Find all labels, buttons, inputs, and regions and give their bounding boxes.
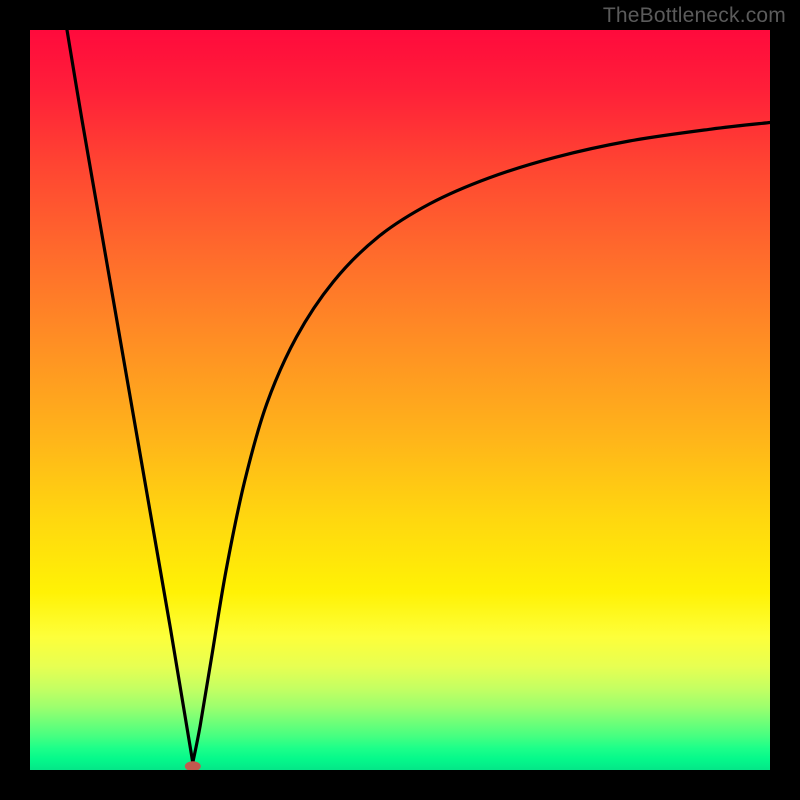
chart-frame: TheBottleneck.com [0,0,800,800]
watermark-text: TheBottleneck.com [603,4,786,28]
plot-background-gradient [30,30,770,770]
